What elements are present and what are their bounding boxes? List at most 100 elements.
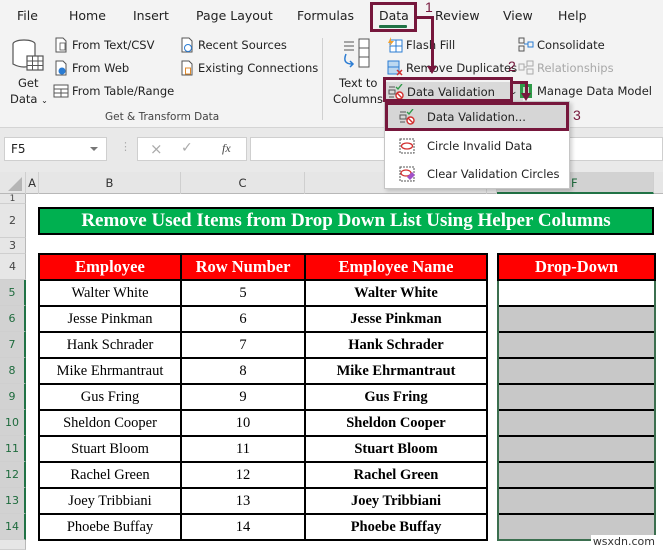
row-header-14[interactable]: 14 (0, 514, 26, 540)
dropdown-cell[interactable] (497, 461, 656, 488)
row-header-12[interactable]: 12 (0, 462, 26, 488)
employee-cell[interactable]: Sheldon Cooper (38, 409, 182, 437)
table-row (497, 461, 656, 488)
dropdown-cell[interactable] (497, 409, 656, 436)
header-row-number[interactable]: Row Number (180, 253, 306, 281)
dropdown-cell[interactable] (497, 357, 656, 384)
manage-data-model-button[interactable]: Manage Data Model (518, 83, 652, 99)
employee-name-cell[interactable]: Sheldon Cooper (304, 409, 488, 437)
tab-insert[interactable]: Insert (133, 8, 169, 23)
row-header-8[interactable]: 8 (0, 358, 26, 384)
header-employee[interactable]: Employee (38, 253, 182, 281)
employee-name-cell[interactable]: Phoebe Buffay (304, 513, 488, 541)
row-header-5[interactable]: 5 (0, 280, 26, 306)
get-data-button[interactable]: Get Data ⌄ (8, 38, 48, 106)
employee-cell[interactable]: Gus Fring (38, 383, 182, 411)
row-header-10[interactable]: 10 (0, 410, 26, 436)
remove-duplicates-icon (387, 60, 403, 76)
employee-name-cell[interactable]: Hank Schrader (304, 331, 488, 359)
annotation-arrow-icon (521, 93, 531, 101)
row-number-cell[interactable]: 12 (180, 461, 306, 489)
row-header-15[interactable] (0, 540, 26, 550)
menu-item-circle-invalid-data[interactable]: Circle Invalid Data (387, 133, 567, 159)
row-header-6[interactable]: 6 (0, 306, 26, 332)
row-number-cell[interactable]: 8 (180, 357, 306, 385)
header-employee-name[interactable]: Employee Name (304, 253, 488, 281)
employee-name-cell[interactable]: Walter White (304, 279, 488, 307)
row-number-cell[interactable]: 6 (180, 305, 306, 333)
drag-handle-icon[interactable]: ⋮ (120, 140, 131, 153)
dropdown-cell[interactable] (497, 305, 656, 332)
dropdown-cell[interactable] (497, 435, 656, 462)
tab-help[interactable]: Help (558, 8, 587, 23)
row-header-2[interactable]: 2 (0, 204, 26, 238)
row-header-11[interactable]: 11 (0, 436, 26, 462)
cancel-icon[interactable]: × (150, 140, 163, 158)
employee-cell[interactable]: Hank Schrader (38, 331, 182, 359)
insert-function-icon[interactable]: fx (222, 141, 231, 156)
row-number-cell[interactable]: 7 (180, 331, 306, 359)
clear-circles-icon (399, 166, 415, 182)
employee-cell[interactable]: Stuart Bloom (38, 435, 182, 463)
employee-name-cell[interactable]: Gus Fring (304, 383, 488, 411)
table-row (497, 409, 656, 436)
row-number-cell[interactable]: 11 (180, 435, 306, 463)
employee-name-cell[interactable]: Mike Ehrmantraut (304, 357, 488, 385)
dropdown-cell[interactable] (497, 331, 656, 358)
header-drop-down[interactable]: Drop-Down (497, 253, 656, 281)
consolidate-button[interactable]: Consolidate (518, 37, 605, 53)
row-header-1[interactable]: 1 (0, 194, 26, 204)
tab-home[interactable]: Home (69, 8, 106, 23)
employee-cell[interactable]: Mike Ehrmantraut (38, 357, 182, 385)
tab-review[interactable]: Review (435, 8, 480, 23)
row-header-4[interactable]: 4 (0, 254, 26, 280)
employee-cell[interactable]: Joey Tribbiani (38, 487, 182, 515)
employee-name-cell[interactable]: Jesse Pinkman (304, 305, 488, 333)
database-icon (12, 39, 44, 71)
employee-name-cell[interactable]: Joey Tribbiani (304, 487, 488, 515)
from-web-button[interactable]: From Web (53, 60, 129, 76)
column-header-c[interactable]: C (181, 172, 305, 194)
dropdown-cell[interactable] (497, 383, 656, 410)
select-all-corner[interactable] (0, 172, 26, 194)
row-number-cell[interactable]: 13 (180, 487, 306, 515)
flash-fill-button[interactable]: Flash Fill (387, 37, 455, 53)
circle-invalid-icon (399, 138, 415, 154)
recent-sources-icon (181, 37, 193, 53)
employee-cell[interactable]: Jesse Pinkman (38, 305, 182, 333)
row-header-3[interactable]: 3 (0, 238, 26, 254)
from-table-range-button[interactable]: From Table/Range (53, 83, 174, 99)
menu-item-clear-validation-circles[interactable]: Clear Validation Circles (387, 161, 567, 187)
name-box[interactable]: F5 (4, 137, 107, 161)
column-header-b[interactable]: B (39, 172, 181, 194)
table-row: Hank Schrader 7 Hank Schrader (38, 331, 488, 359)
table-row: Phoebe Buffay 14 Phoebe Buffay (38, 513, 488, 541)
row-header-9[interactable]: 9 (0, 384, 26, 410)
from-text-csv-button[interactable]: From Text/CSV (53, 37, 154, 53)
row-number-cell[interactable]: 10 (180, 409, 306, 437)
employee-cell[interactable]: Phoebe Buffay (38, 513, 182, 541)
employee-cell[interactable]: Rachel Green (38, 461, 182, 489)
text-to-columns-button[interactable]: Text to Columns (332, 38, 383, 106)
tab-file[interactable]: File (17, 8, 38, 23)
column-header-a[interactable]: A (26, 172, 39, 194)
employee-name-cell[interactable]: Stuart Bloom (304, 435, 488, 463)
existing-connections-button[interactable]: Existing Connections (179, 60, 318, 76)
sheet-title[interactable]: Remove Used Items from Drop Down List Us… (38, 207, 654, 235)
dropdown-cell-selected[interactable] (497, 279, 656, 306)
row-number-cell[interactable]: 5 (180, 279, 306, 307)
employee-cell[interactable]: Walter White (38, 279, 182, 307)
tab-view[interactable]: View (503, 8, 533, 23)
row-number-cell[interactable]: 14 (180, 513, 306, 541)
enter-icon[interactable]: ✓ (181, 140, 193, 156)
row-header-13[interactable]: 13 (0, 488, 26, 514)
consolidate-icon (518, 37, 534, 52)
row-number-cell[interactable]: 9 (180, 383, 306, 411)
row-header-7[interactable]: 7 (0, 332, 26, 358)
dropdown-cell[interactable] (497, 487, 656, 514)
recent-sources-button[interactable]: Recent Sources (179, 37, 287, 53)
tab-page-layout[interactable]: Page Layout (196, 8, 273, 23)
remove-duplicates-button[interactable]: Remove Duplicates (387, 60, 517, 76)
employee-name-cell[interactable]: Rachel Green (304, 461, 488, 489)
tab-formulas[interactable]: Formulas (297, 8, 354, 23)
